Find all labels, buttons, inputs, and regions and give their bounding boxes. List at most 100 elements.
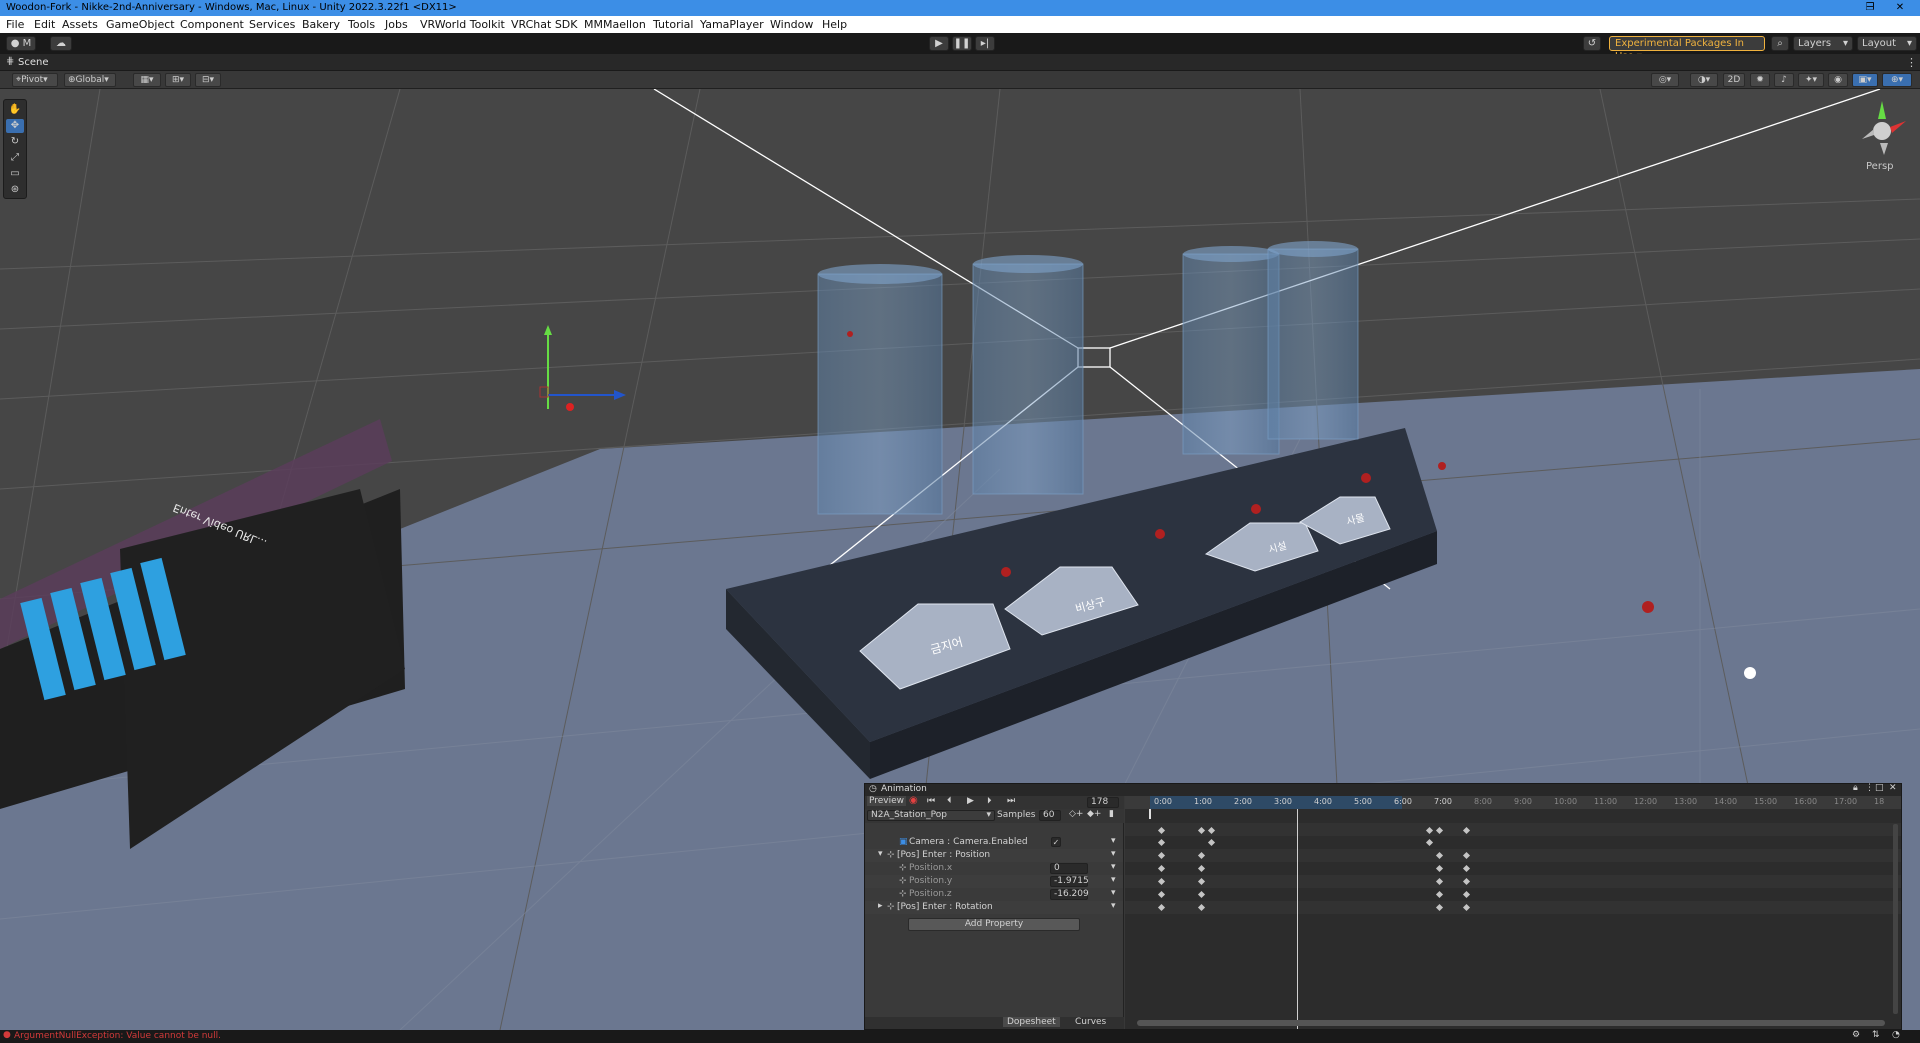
property-menu-icon[interactable]: ▾ bbox=[1111, 875, 1116, 885]
samples-field[interactable]: 60 bbox=[1039, 810, 1061, 821]
network-icon[interactable]: ⇅ bbox=[1872, 1030, 1880, 1040]
rect-tool-icon[interactable]: ▭ bbox=[6, 167, 24, 181]
menu-file[interactable]: File bbox=[6, 18, 24, 31]
hidden-objects-button[interactable]: ◉ bbox=[1828, 73, 1848, 87]
menu-vrchat-sdk[interactable]: VRChat SDK bbox=[511, 18, 578, 31]
rotate-tool-icon[interactable]: ↻ bbox=[6, 135, 24, 149]
move-tool-icon[interactable]: ✥ bbox=[6, 119, 24, 133]
position-z-field[interactable]: -16.209 bbox=[1050, 889, 1089, 900]
menu-services[interactable]: Services bbox=[249, 18, 295, 31]
next-frame-icon[interactable]: ⏵ bbox=[987, 796, 992, 806]
property-row-enter-position[interactable]: ▾ ⊹ [Pos] Enter : Position ▾ bbox=[865, 849, 1123, 862]
lighting-button[interactable]: ✹ bbox=[1750, 73, 1770, 87]
expand-arrow-icon[interactable]: ▸ bbox=[878, 901, 883, 911]
effects-button[interactable]: ✦▾ bbox=[1798, 73, 1824, 87]
menu-mmmaellon[interactable]: MMMaellon bbox=[584, 18, 646, 31]
menu-gameobject[interactable]: GameObject bbox=[106, 18, 175, 31]
layout-dropdown[interactable]: Layout ▾ bbox=[1857, 36, 1917, 51]
frame-field[interactable]: 178 bbox=[1087, 797, 1119, 808]
property-row-enter-rotation[interactable]: ▸ ⊹ [Pos] Enter : Rotation ▾ bbox=[865, 901, 1123, 914]
preview-toggle[interactable]: Preview bbox=[867, 796, 907, 806]
pivot-dropdown[interactable]: ⌖Pivot▾ bbox=[12, 73, 58, 87]
grid-snap-button[interactable]: ▦▾ bbox=[133, 73, 161, 87]
menu-bakery[interactable]: Bakery bbox=[302, 18, 340, 31]
audio-button[interactable]: ♪ bbox=[1774, 73, 1794, 87]
property-menu-icon[interactable]: ▾ bbox=[1111, 888, 1116, 898]
menu-jobs[interactable]: Jobs bbox=[385, 18, 408, 31]
global-dropdown[interactable]: ⊕Global▾ bbox=[64, 73, 116, 87]
close-icon[interactable]: ✕ bbox=[1889, 783, 1897, 793]
history-button[interactable]: ↺ bbox=[1583, 36, 1601, 51]
toggle-2d-button[interactable]: 2D bbox=[1723, 73, 1745, 87]
record-icon[interactable]: ◉ bbox=[909, 795, 918, 806]
layers-dropdown[interactable]: Layers ▾ bbox=[1793, 36, 1853, 51]
console-error-message[interactable]: ArgumentNullException: Value cannot be n… bbox=[14, 1031, 221, 1041]
progress-icon[interactable]: ◔ bbox=[1892, 1030, 1900, 1040]
menu-vrworld-toolkit[interactable]: VRWorld Toolkit bbox=[420, 18, 505, 31]
position-x-field[interactable]: 0 bbox=[1050, 863, 1088, 874]
account-button[interactable]: ● M bbox=[6, 36, 36, 51]
add-property-button[interactable]: Add Property bbox=[908, 918, 1080, 931]
debug-icon[interactable]: ⚙ bbox=[1852, 1030, 1860, 1040]
property-row-position-y[interactable]: ⊹ Position.y -1.9715 ▾ bbox=[865, 875, 1123, 888]
menu-help[interactable]: Help bbox=[822, 18, 847, 31]
property-menu-icon[interactable]: ▾ bbox=[1111, 849, 1116, 859]
prev-frame-icon[interactable]: ⏴ bbox=[947, 796, 952, 806]
lock-icon[interactable]: 🔒︎ bbox=[1853, 783, 1858, 793]
horizontal-scrollbar[interactable] bbox=[1137, 1020, 1885, 1026]
property-row-camera-enabled[interactable]: ▣ Camera : Camera.Enabled ✓ ▾ bbox=[865, 836, 1123, 849]
snap-increment-button[interactable]: ⊞▾ bbox=[165, 73, 191, 87]
experimental-packages-button[interactable]: Experimental Packages In Use ▾ bbox=[1609, 36, 1765, 62]
menu-component[interactable]: Component bbox=[180, 18, 244, 31]
scale-tool-icon[interactable]: ⤢ bbox=[6, 151, 24, 165]
animation-tab[interactable]: Animation bbox=[881, 784, 927, 794]
timeline-ruler[interactable]: 0:00 1:00 2:00 3:00 4:00 5:00 6:00 7:00 … bbox=[1125, 796, 1901, 809]
property-menu-icon[interactable]: ▾ bbox=[1111, 862, 1116, 872]
step-button[interactable]: ▸| bbox=[975, 36, 995, 51]
minimize-button-2[interactable] bbox=[1814, 0, 1854, 16]
menu-tools[interactable]: Tools bbox=[348, 18, 375, 31]
menu-tutorial[interactable]: Tutorial bbox=[653, 18, 693, 31]
property-row-position-x[interactable]: ⊹ Position.x 0 ▾ bbox=[865, 862, 1123, 875]
search-button[interactable]: ⌕ bbox=[1771, 36, 1789, 51]
expand-arrow-icon[interactable]: ▾ bbox=[878, 849, 883, 859]
maximize-icon[interactable]: □ bbox=[1875, 783, 1884, 793]
curves-tab[interactable]: Curves bbox=[1075, 1017, 1106, 1027]
pause-button[interactable]: ❚❚ bbox=[952, 36, 972, 51]
hand-tool-icon[interactable]: ✋ bbox=[6, 103, 24, 117]
playhead[interactable] bbox=[1297, 809, 1298, 1029]
property-menu-icon[interactable]: ▾ bbox=[1111, 901, 1116, 911]
vertical-scrollbar[interactable] bbox=[1893, 824, 1898, 1014]
tab-menu-icon[interactable]: ⋮ bbox=[1865, 783, 1874, 793]
draw-mode-button[interactable]: ◎▾ bbox=[1651, 73, 1679, 87]
menu-assets[interactable]: Assets bbox=[62, 18, 98, 31]
menu-yamaplayer[interactable]: YamaPlayer bbox=[700, 18, 764, 31]
dopesheet-tab[interactable]: Dopesheet bbox=[1003, 1017, 1060, 1027]
transform-tool-icon[interactable]: ⊛ bbox=[6, 183, 24, 197]
first-frame-icon[interactable]: ⏮ bbox=[927, 796, 935, 806]
gizmos-button[interactable]: ⊕▾ bbox=[1882, 73, 1912, 87]
shading-button[interactable]: ◑▾ bbox=[1690, 73, 1718, 87]
event-marker-icon[interactable]: ▮ bbox=[1109, 809, 1114, 819]
cloud-button[interactable]: ☁ bbox=[50, 36, 72, 51]
dopesheet-area[interactable]: 0:00 1:00 2:00 3:00 4:00 5:00 6:00 7:00 … bbox=[1125, 796, 1901, 1029]
camera-settings-button[interactable]: ▣▾ bbox=[1852, 73, 1878, 87]
property-row-position-z[interactable]: ⊹ Position.z -16.209 ▾ bbox=[865, 888, 1123, 901]
position-y-field[interactable]: -1.9715 bbox=[1050, 876, 1089, 887]
increment-button[interactable]: ⊟▾ bbox=[195, 73, 221, 87]
perspective-label[interactable]: Persp bbox=[1866, 161, 1894, 172]
play-animation-icon[interactable]: ▶ bbox=[967, 796, 974, 806]
enabled-checkbox[interactable]: ✓ bbox=[1051, 837, 1061, 847]
close-button[interactable]: ✕ bbox=[1880, 0, 1920, 16]
add-keyframe-icon[interactable]: ◇+ bbox=[1069, 809, 1083, 819]
scene-tab[interactable]: Scene bbox=[18, 57, 49, 68]
menu-edit[interactable]: Edit bbox=[34, 18, 55, 31]
start-marker[interactable] bbox=[1149, 809, 1151, 819]
tab-menu-icon[interactable]: ⋮ bbox=[1906, 56, 1917, 69]
property-menu-icon[interactable]: ▾ bbox=[1111, 836, 1116, 846]
last-frame-icon[interactable]: ⏭ bbox=[1007, 796, 1015, 806]
add-event-icon[interactable]: ◆+ bbox=[1087, 809, 1101, 819]
play-button[interactable]: ▶ bbox=[929, 36, 949, 51]
menu-window[interactable]: Window bbox=[770, 18, 813, 31]
clip-dropdown[interactable]: N2A_Station_Pop ▾ bbox=[867, 810, 995, 821]
